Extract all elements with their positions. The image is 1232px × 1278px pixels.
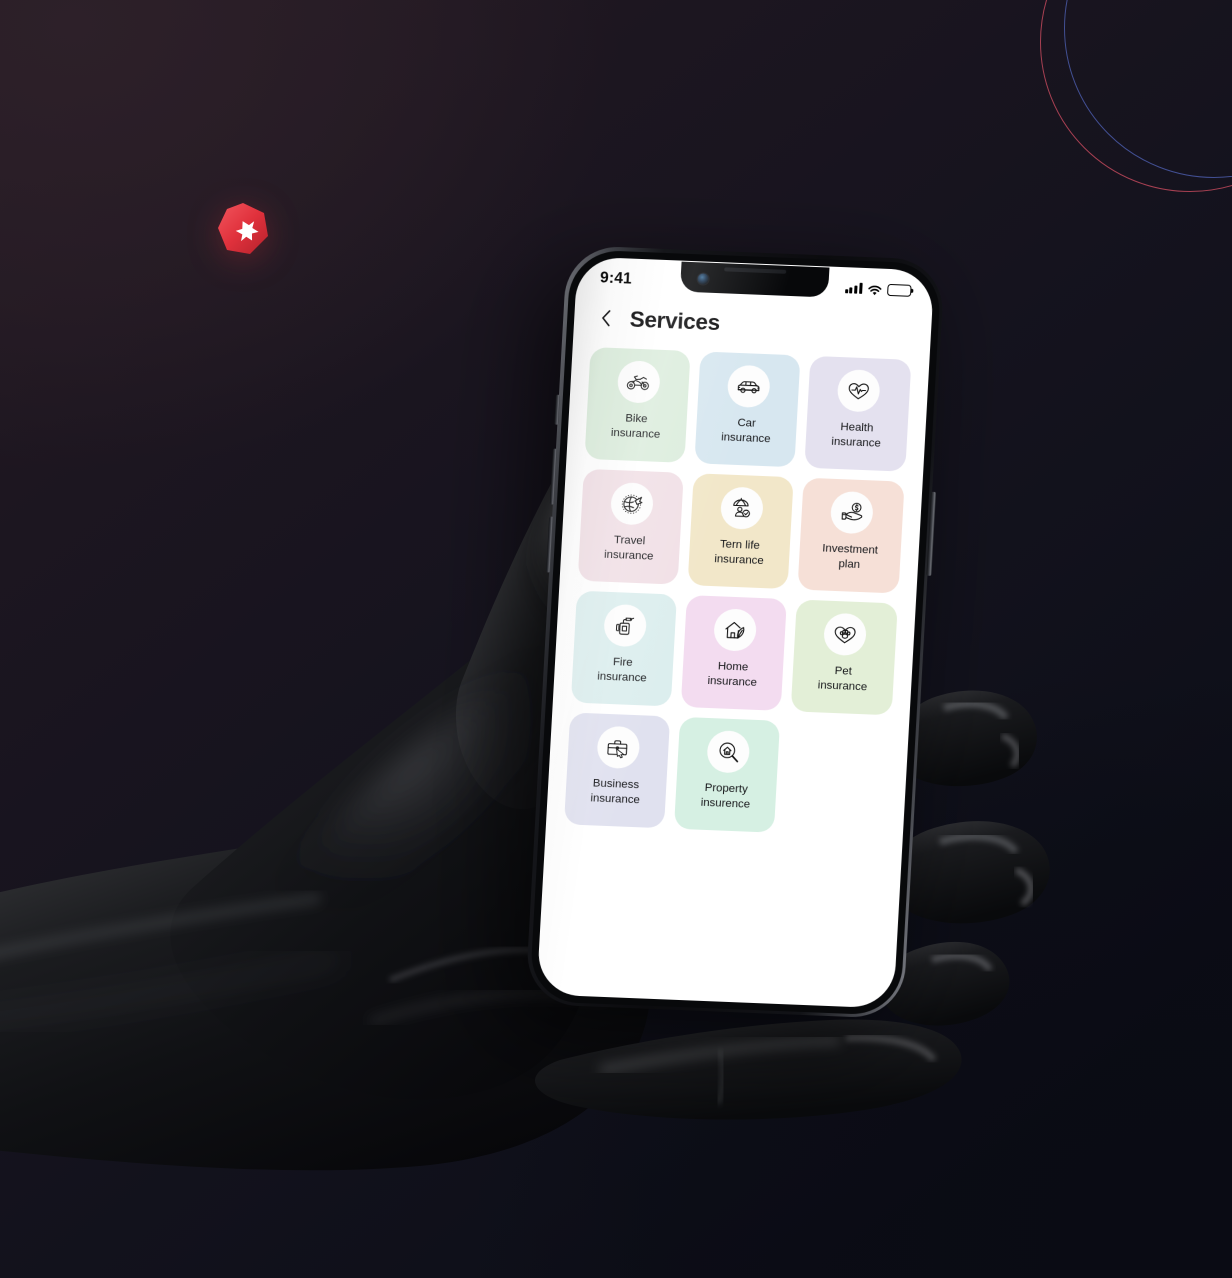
service-card[interactable]: Fire insurance	[570, 590, 677, 706]
page-title: Services	[629, 306, 721, 335]
status-indicators	[844, 282, 912, 297]
service-card-label: Fire insurance	[596, 655, 647, 685]
volume-down-button[interactable]	[545, 516, 554, 573]
services-grid: Bike insurance Car insurance Health insu…	[546, 342, 930, 838]
house-leaf-icon	[712, 607, 758, 652]
service-card[interactable]: Bike insurance	[583, 346, 691, 463]
motorcycle-icon	[616, 359, 661, 404]
service-card[interactable]: Property insurence	[673, 716, 781, 833]
phone-screen: 9:41 Services Bike insurance Car insuran…	[535, 255, 935, 1009]
hand-coin-icon	[830, 490, 875, 534]
mute-switch[interactable]	[554, 394, 560, 425]
service-card-label: Travel insurance	[603, 533, 654, 563]
car-icon	[726, 364, 771, 408]
service-card[interactable]: Business insurance	[563, 711, 671, 828]
service-card-label: Health insurance	[831, 420, 882, 450]
service-card-label: Investment plan	[821, 541, 879, 571]
phone-mockup: 9:41 Services Bike insurance Car insuran…	[524, 245, 946, 1019]
service-card[interactable]: Pet insurance	[790, 598, 898, 715]
battery-full-icon	[886, 283, 912, 297]
back-button[interactable]	[595, 305, 618, 332]
globe-airplane-icon	[609, 481, 654, 526]
phone-bezel: 9:41 Services Bike insurance Car insuran…	[528, 248, 942, 1016]
fire-extinguisher-icon	[602, 603, 648, 647]
scene-background: 9:41 Services Bike insurance Car insuran…	[0, 0, 1232, 1278]
status-time: 9:41	[599, 268, 633, 288]
decorative-ring-blue-icon	[1064, 0, 1232, 178]
cellular-bars-icon	[844, 282, 863, 294]
briefcase-cursor-icon	[595, 725, 641, 769]
service-card-label: Pet insurance	[817, 664, 868, 693]
service-card-label: Property insurence	[700, 781, 751, 811]
service-card-label: Car insurance	[720, 416, 771, 445]
service-card[interactable]: Car insurance	[694, 350, 801, 467]
service-card[interactable]: Home insurance	[680, 594, 788, 711]
service-card-label: Tern life insurance	[714, 537, 765, 567]
service-card-label: Home insurance	[707, 659, 758, 689]
service-card-label: Business insurance	[590, 776, 641, 806]
volume-up-button[interactable]	[549, 448, 557, 505]
service-card[interactable]: Investment plan	[797, 477, 905, 594]
heart-paw-icon	[823, 612, 868, 656]
decorative-ring-red-icon	[1040, 0, 1232, 192]
service-card[interactable]: Travel insurance	[577, 468, 684, 585]
heart-pulse-icon	[836, 368, 882, 413]
service-card[interactable]: Health insurance	[804, 355, 911, 472]
service-card-label: Bike insurance	[610, 411, 661, 441]
phone-frame: 9:41 Services Bike insurance Car insuran…	[524, 245, 946, 1019]
umbrella-person-icon	[719, 485, 765, 530]
service-card[interactable]: Tern life insurance	[687, 472, 794, 589]
house-magnifier-icon	[706, 729, 751, 774]
medical-cross-badge-icon	[214, 200, 272, 258]
wifi-icon	[867, 283, 883, 296]
